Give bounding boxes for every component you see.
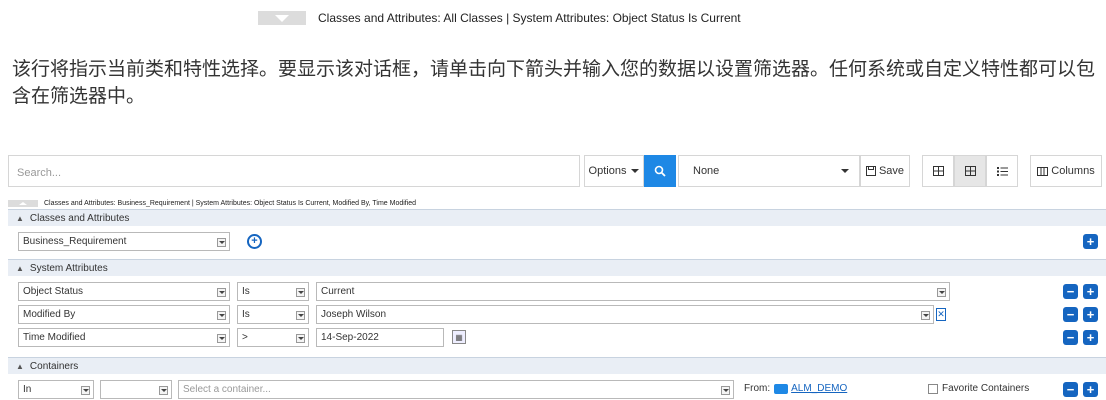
- columns-label: Columns: [1051, 165, 1095, 177]
- chevron-down-icon: [721, 386, 730, 395]
- chevron-down-icon: [217, 311, 226, 320]
- collapse-triangle-icon: ▲: [16, 263, 24, 273]
- saved-filter-value: None: [693, 165, 720, 177]
- chevron-down-icon: [296, 311, 305, 320]
- saved-filter-select[interactable]: None: [678, 155, 860, 187]
- attribute-value: Object Status: [23, 286, 84, 297]
- from-link[interactable]: ALM_DEMO: [791, 383, 847, 394]
- minus-icon[interactable]: −: [1063, 330, 1078, 345]
- toolbar: Search... Options None Save Columns: [8, 155, 1106, 189]
- chevron-down-icon: [217, 238, 226, 247]
- chevron-down-icon: [921, 311, 930, 320]
- description-text: 该行将指示当前类和特性选择。要显示该对话框，请单击向下箭头并输入您的数据以设置筛…: [12, 58, 1096, 107]
- checkbox-icon[interactable]: [928, 383, 938, 394]
- favorite-label: Favorite Containers: [942, 383, 1030, 394]
- container-placeholder: Select a container...: [183, 384, 271, 395]
- folder-icon: [774, 383, 789, 394]
- clear-icon[interactable]: ✕: [936, 308, 946, 321]
- chevron-down-icon: [159, 386, 168, 395]
- filter-panel: Search... Options None Save Columns Clas…: [8, 155, 1106, 400]
- section-title: System Attributes: [29, 262, 108, 274]
- expand-arrow-icon[interactable]: [258, 11, 306, 25]
- from-label: From:: [744, 383, 771, 394]
- list-icon: [996, 167, 1008, 176]
- date-input[interactable]: 14-Sep-2022: [316, 328, 444, 347]
- attribute-select[interactable]: Time Modified: [18, 328, 230, 347]
- plus-icon[interactable]: +: [1083, 382, 1098, 397]
- attribute-select[interactable]: Object Status: [18, 282, 230, 301]
- plus-icon[interactable]: +: [1083, 284, 1098, 299]
- chevron-down-icon: [841, 169, 849, 173]
- attribute-value: Time Modified: [23, 332, 86, 343]
- grid-icon: [964, 166, 976, 176]
- operator-select[interactable]: >: [237, 328, 309, 347]
- operator-select[interactable]: Is: [237, 282, 309, 301]
- list-view-button[interactable]: [986, 155, 1018, 187]
- plus-icon[interactable]: +: [1083, 330, 1098, 345]
- chevron-down-icon: [631, 169, 640, 173]
- favorite-containers-checkbox[interactable]: Favorite Containers: [928, 383, 1029, 394]
- save-button[interactable]: Save: [860, 155, 910, 187]
- collapse-triangle-icon: ▲: [16, 213, 24, 223]
- from-location: From: ALM_DEMO: [744, 383, 847, 394]
- container-scope-value: In: [23, 384, 32, 395]
- value-text: Joseph Wilson: [321, 309, 387, 320]
- minus-icon[interactable]: −: [1063, 284, 1078, 299]
- chevron-down-icon: [296, 334, 305, 343]
- section-header-containers[interactable]: ▲ Containers: [8, 357, 1106, 374]
- top-summary-strip: Classes and Attributes: All Classes | Sy…: [258, 10, 741, 26]
- search-button[interactable]: [644, 155, 676, 187]
- container-type-select[interactable]: [100, 380, 172, 399]
- value-text: Current: [321, 286, 355, 297]
- operator-value: >: [242, 332, 248, 343]
- value-select[interactable]: Joseph Wilson: [316, 305, 934, 324]
- attribute-select[interactable]: Modified By: [18, 305, 230, 324]
- operator-value: Is: [242, 286, 250, 297]
- value-select[interactable]: Current: [316, 282, 950, 301]
- date-value: 14-Sep-2022: [321, 332, 379, 343]
- operator-select[interactable]: Is: [237, 305, 309, 324]
- class-select-value: Business_Requirement: [23, 236, 127, 247]
- save-label: Save: [878, 165, 905, 177]
- container-select[interactable]: Select a container...: [178, 380, 734, 399]
- collapse-arrow-icon[interactable]: [8, 199, 38, 207]
- attribute-value: Modified By: [23, 309, 76, 320]
- minus-icon[interactable]: −: [1063, 307, 1078, 322]
- section-title: Containers: [29, 360, 79, 372]
- calendar-icon[interactable]: ▦: [452, 330, 466, 344]
- filter-summary-bar: Classes and Attributes: Business_Require…: [8, 197, 1106, 209]
- filter-summary-text: Classes and Attributes: Business_Require…: [44, 199, 417, 207]
- operator-value: Is: [242, 309, 250, 320]
- split-view-button[interactable]: [954, 155, 986, 187]
- columns-icon: [1037, 166, 1049, 176]
- chevron-down-icon: [217, 334, 226, 343]
- chevron-down-icon: [217, 288, 226, 297]
- save-icon: [865, 166, 876, 176]
- section-header-system-attributes[interactable]: ▲ System Attributes: [8, 259, 1106, 276]
- class-select[interactable]: Business_Requirement: [18, 232, 230, 251]
- grid-view-button[interactable]: [922, 155, 954, 187]
- plus-icon[interactable]: +: [1083, 307, 1098, 322]
- chevron-down-icon: [296, 288, 305, 297]
- options-button[interactable]: Options: [584, 155, 644, 187]
- minus-icon[interactable]: −: [1063, 382, 1078, 397]
- section-header-classes[interactable]: ▲ Classes and Attributes: [8, 209, 1106, 226]
- collapse-triangle-icon: ▲: [16, 361, 24, 371]
- container-scope-select[interactable]: In: [18, 380, 94, 399]
- section-title: Classes and Attributes: [29, 212, 130, 224]
- search-input[interactable]: Search...: [8, 155, 580, 187]
- plus-icon[interactable]: +: [1083, 234, 1098, 249]
- top-summary-text: Classes and Attributes: All Classes | Sy…: [318, 11, 741, 25]
- columns-button[interactable]: Columns: [1030, 155, 1102, 187]
- grid-icon: [932, 166, 944, 176]
- chevron-down-icon: [81, 386, 90, 395]
- add-class-icon[interactable]: +: [247, 234, 262, 249]
- chevron-down-icon: [937, 288, 946, 297]
- options-label: Options: [588, 165, 627, 177]
- search-icon: [654, 165, 666, 177]
